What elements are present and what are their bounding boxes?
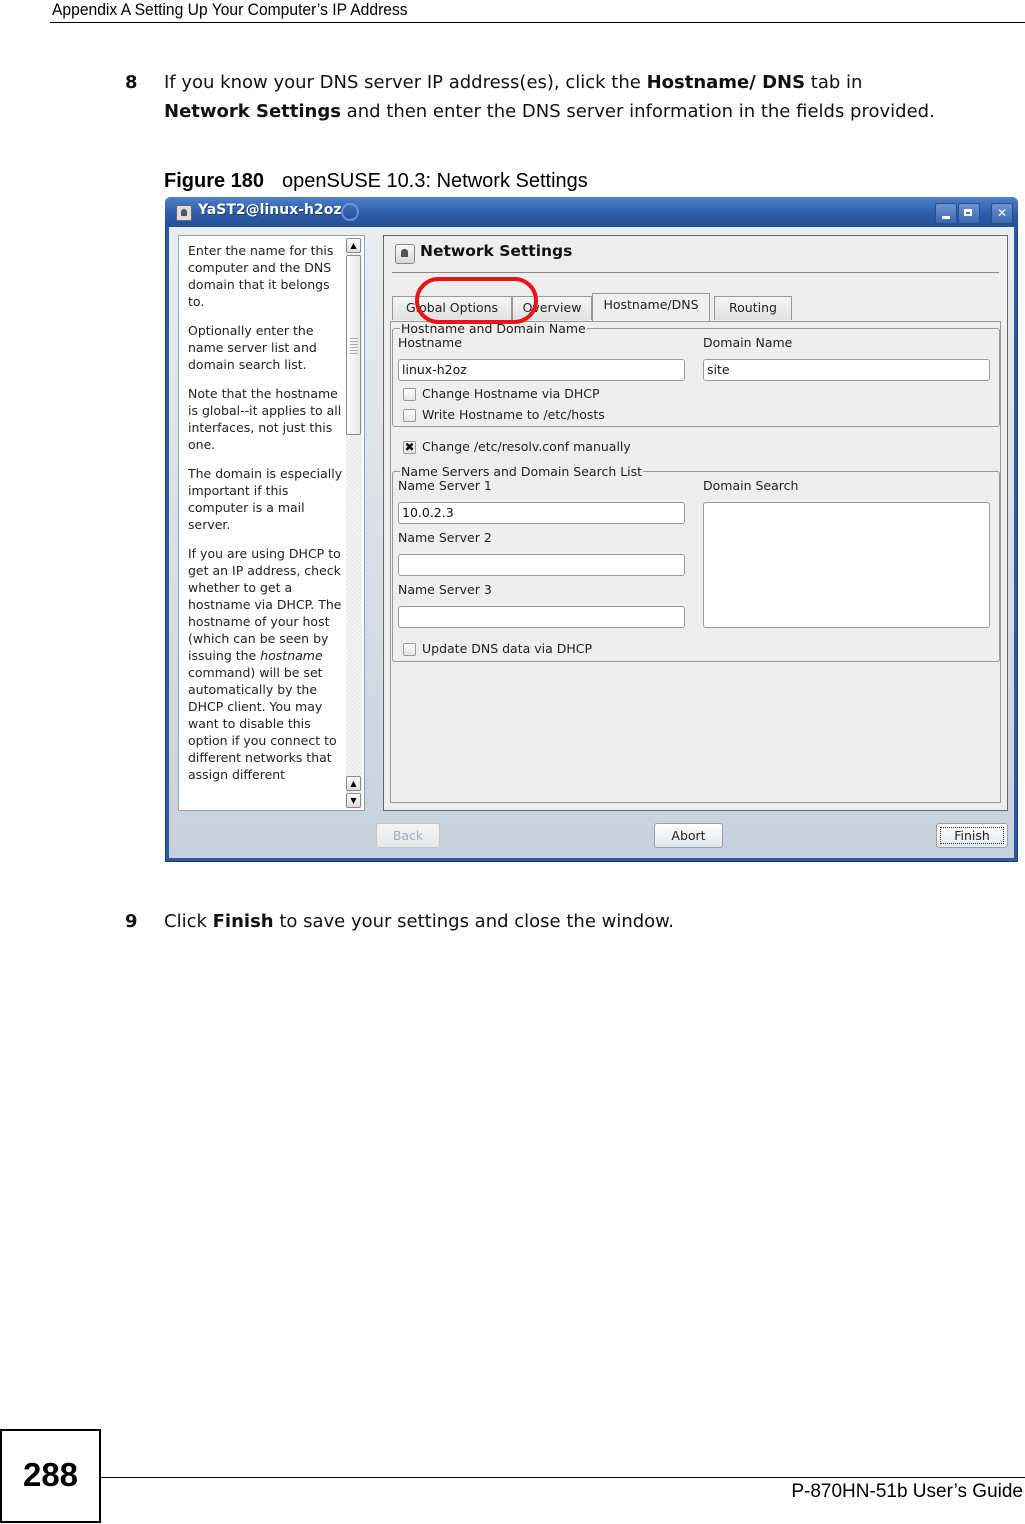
text: to save your settings and close the wind… (273, 911, 674, 932)
write-hostname-label[interactable]: Write Hostname to /etc/hosts (422, 407, 605, 422)
figure-title: openSUSE 10.3: Network Settings (282, 170, 588, 192)
figure-caption: Figure 180 openSUSE 10.3: Network Setting… (164, 170, 588, 193)
window-client: Enter the name for this computer and the… (169, 227, 1014, 858)
help-scrollbar[interactable]: ▲ ▲ ▼ (346, 238, 362, 808)
step-text: Click Finish to save your settings and c… (164, 907, 1004, 936)
help-paragraph: If you are using DHCP to get an IP addre… (188, 545, 346, 783)
hostname-label: Hostname (398, 335, 462, 350)
group-legend: Name Servers and Domain Search List (401, 464, 643, 479)
scroll-up-button-lower[interactable]: ▲ (346, 776, 361, 791)
page-number: 288 (0, 1429, 101, 1523)
window-title: YaST2@linux-h2oz (198, 202, 342, 218)
help-pane: Enter the name for this computer and the… (178, 235, 365, 811)
network-settings-icon (395, 244, 415, 264)
hostname-input[interactable]: linux-h2oz (398, 359, 685, 381)
domain-name-input[interactable]: site (703, 359, 990, 381)
text: command) will be set automatically by th… (188, 665, 337, 782)
bold-text: Hostname/ DNS (646, 72, 806, 93)
name-server-3-input[interactable] (398, 606, 685, 628)
bold-text: Finish (212, 911, 274, 932)
text: tab in (805, 72, 863, 93)
write-hostname-checkbox[interactable] (403, 409, 416, 422)
name-server-2-label: Name Server 2 (398, 530, 492, 545)
scroll-up-button[interactable]: ▲ (346, 238, 361, 253)
tab-routing[interactable]: Routing (714, 296, 792, 320)
help-text: Enter the name for this computer and the… (188, 242, 346, 795)
text: If you know your DNS server IP address(e… (164, 72, 647, 93)
change-hostname-dhcp-label[interactable]: Change Hostname via DHCP (422, 386, 600, 401)
close-button[interactable]: ✕ (991, 203, 1013, 224)
step-number: 8 (125, 72, 138, 93)
minimize-button[interactable] (935, 203, 957, 224)
guide-title: P-870HN-51b User’s Guide (791, 1481, 1023, 1502)
text: If you are using DHCP to get an IP addre… (188, 546, 342, 663)
figure-label: Figure 180 (164, 170, 265, 192)
footer-rule (101, 1477, 1025, 1478)
opensuse-swirl-icon (341, 203, 359, 221)
step-number: 9 (125, 911, 138, 932)
yast-app-icon (176, 205, 192, 221)
module-title: Network Settings (420, 242, 573, 260)
bold-text: Network Settings (164, 101, 341, 122)
tab-hostname-dns[interactable]: Hostname/DNS (592, 293, 710, 321)
hostname-dns-page: Hostname and Domain Name Hostname linux-… (390, 321, 1001, 803)
yast-window: YaST2@linux-h2oz ✕ Enter the name for th… (165, 197, 1018, 862)
resolv-manual-checkbox[interactable]: ✖ (403, 441, 416, 454)
step-text: If you know your DNS server IP address(e… (164, 68, 1004, 126)
finish-button[interactable]: Finish (936, 823, 1008, 848)
help-paragraph: Note that the hostname is global--it app… (188, 386, 342, 452)
window-titlebar[interactable]: YaST2@linux-h2oz ✕ (165, 197, 1018, 227)
text: Click (164, 911, 213, 932)
maximize-button[interactable] (958, 203, 980, 224)
domain-search-list[interactable] (703, 502, 990, 628)
domain-search-label: Domain Search (703, 478, 799, 493)
change-hostname-dhcp-checkbox[interactable] (403, 388, 416, 401)
domain-name-label: Domain Name (703, 335, 793, 350)
name-server-1-input[interactable]: 10.0.2.3 (398, 502, 685, 524)
name-server-1-label: Name Server 1 (398, 478, 492, 493)
update-dns-dhcp-label[interactable]: Update DNS data via DHCP (422, 641, 592, 656)
title-divider (392, 272, 999, 273)
header-rule (50, 22, 1025, 23)
scroll-down-button[interactable]: ▼ (346, 793, 361, 808)
help-paragraph: The domain is especially important if th… (188, 466, 343, 532)
page-header: Appendix A Setting Up Your Computer’s IP… (52, 0, 408, 19)
update-dns-dhcp-checkbox[interactable] (403, 643, 416, 656)
italic-text: hostname (260, 648, 323, 663)
scrollbar-thumb[interactable] (346, 255, 361, 435)
abort-button[interactable]: Abort (654, 823, 723, 848)
resolv-manual-label[interactable]: Change /etc/resolv.conf manually (422, 439, 631, 454)
back-button[interactable]: Back (376, 823, 440, 848)
help-paragraph: Optionally enter the name server list an… (188, 323, 317, 372)
name-server-2-input[interactable] (398, 554, 685, 576)
focus-ring (940, 827, 1004, 844)
name-server-3-label: Name Server 3 (398, 582, 492, 597)
text: and then enter the DNS server informatio… (340, 101, 935, 122)
help-paragraph: Enter the name for this computer and the… (188, 243, 334, 309)
tab-highlight-annotation (415, 277, 538, 324)
